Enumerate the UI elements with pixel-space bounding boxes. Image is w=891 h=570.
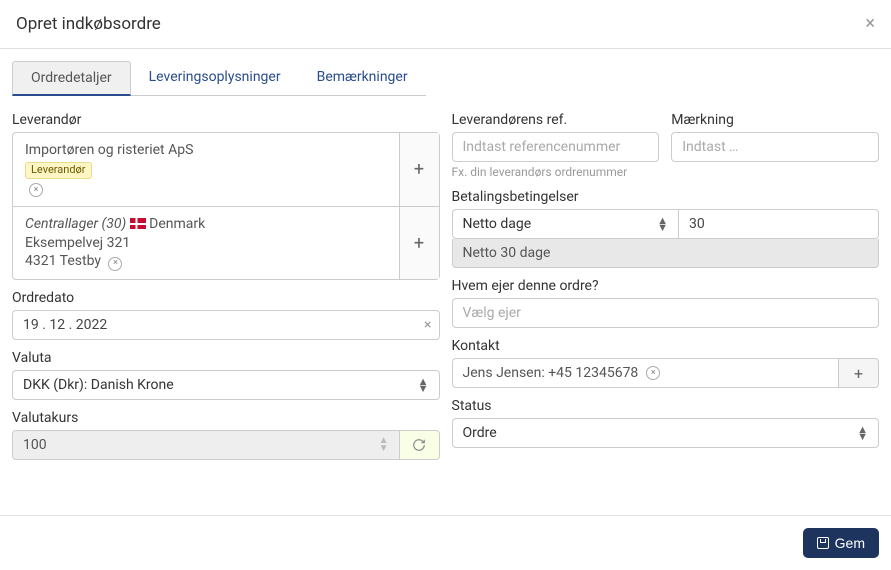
- payment-days-input[interactable]: [679, 209, 879, 239]
- status-label: Status: [452, 398, 880, 414]
- close-icon[interactable]: ×: [865, 15, 875, 33]
- save-button[interactable]: Gem: [803, 528, 879, 558]
- warehouse-box: Centrallager (30) Denmark Eksempelvej 32…: [12, 207, 440, 281]
- warehouse-address-line1: Eksempelvej 321: [25, 235, 130, 251]
- contact-label: Kontakt: [452, 338, 880, 354]
- chevron-updown-icon: ▲▼: [418, 378, 429, 392]
- payment-type-select[interactable]: Netto dage ▲▼: [452, 209, 680, 239]
- supplier-label: Leverandør: [12, 112, 440, 128]
- status-select[interactable]: Ordre ▲▼: [452, 418, 880, 448]
- flag-denmark-icon: [130, 218, 146, 229]
- refresh-rate-button[interactable]: [400, 430, 440, 460]
- currency-value: DKK (Dkr): Danish Krone: [23, 377, 174, 393]
- chevron-updown-icon: ▲▼: [857, 426, 868, 440]
- warehouse-name: Centrallager (30): [25, 216, 126, 232]
- currency-label: Valuta: [12, 350, 440, 366]
- ref-help: Fx. din leverandørs ordrenummer: [452, 165, 660, 179]
- ref-input[interactable]: [452, 132, 660, 162]
- tab-remarks[interactable]: Bemærkninger: [299, 61, 426, 96]
- add-contact-button[interactable]: +: [839, 358, 879, 388]
- owner-label: Hvem ejer denne ordre?: [452, 278, 880, 294]
- supplier-name: Importøren og risteriet ApS: [25, 141, 387, 160]
- mark-label: Mærkning: [671, 112, 879, 128]
- refresh-icon: [412, 438, 426, 452]
- status-value: Ordre: [463, 425, 497, 441]
- orderdate-label: Ordredato: [12, 290, 440, 306]
- owner-input[interactable]: [452, 298, 880, 328]
- add-warehouse-button[interactable]: +: [399, 207, 439, 280]
- tabs: Ordredetaljer Leveringsoplysninger Bemær…: [0, 49, 891, 96]
- rate-label: Valutakurs: [12, 410, 440, 426]
- save-label: Gem: [835, 535, 865, 551]
- payment-summary: Netto 30 dage: [452, 239, 880, 268]
- warehouse-country: Denmark: [149, 216, 205, 232]
- currency-select[interactable]: DKK (Dkr): Danish Krone ▲▼: [12, 370, 440, 400]
- contact-field[interactable]: Jens Jensen: +45 12345678 ×: [452, 358, 840, 388]
- rate-input: 100 ▲▼: [12, 430, 400, 460]
- mark-input[interactable]: [671, 132, 879, 162]
- remove-contact-icon[interactable]: ×: [646, 366, 660, 380]
- orderdate-input[interactable]: [12, 310, 440, 340]
- tab-delivery-info[interactable]: Leveringsoplysninger: [131, 61, 299, 96]
- payment-type-value: Netto dage: [463, 216, 532, 232]
- supplier-badge: Leverandør: [25, 162, 92, 179]
- save-icon: [817, 537, 829, 549]
- rate-value: 100: [23, 437, 47, 453]
- tab-order-details[interactable]: Ordredetaljer: [12, 61, 131, 96]
- payment-label: Betalingsbetingelser: [452, 189, 880, 205]
- supplier-box: Importøren og risteriet ApS Leverandør ×…: [12, 132, 440, 207]
- warehouse-address-line2: 4321 Testby: [25, 253, 101, 269]
- clear-date-icon[interactable]: ×: [424, 317, 431, 333]
- remove-warehouse-icon[interactable]: ×: [108, 257, 122, 271]
- rate-stepper-icon: ▲▼: [379, 437, 389, 453]
- remove-supplier-icon[interactable]: ×: [29, 183, 43, 197]
- add-supplier-button[interactable]: +: [399, 133, 439, 206]
- ref-label: Leverandørens ref.: [452, 112, 660, 128]
- chevron-updown-icon: ▲▼: [657, 217, 668, 231]
- contact-value: Jens Jensen: +45 12345678: [463, 365, 639, 381]
- page-title: Opret indkøbsordre: [16, 14, 161, 34]
